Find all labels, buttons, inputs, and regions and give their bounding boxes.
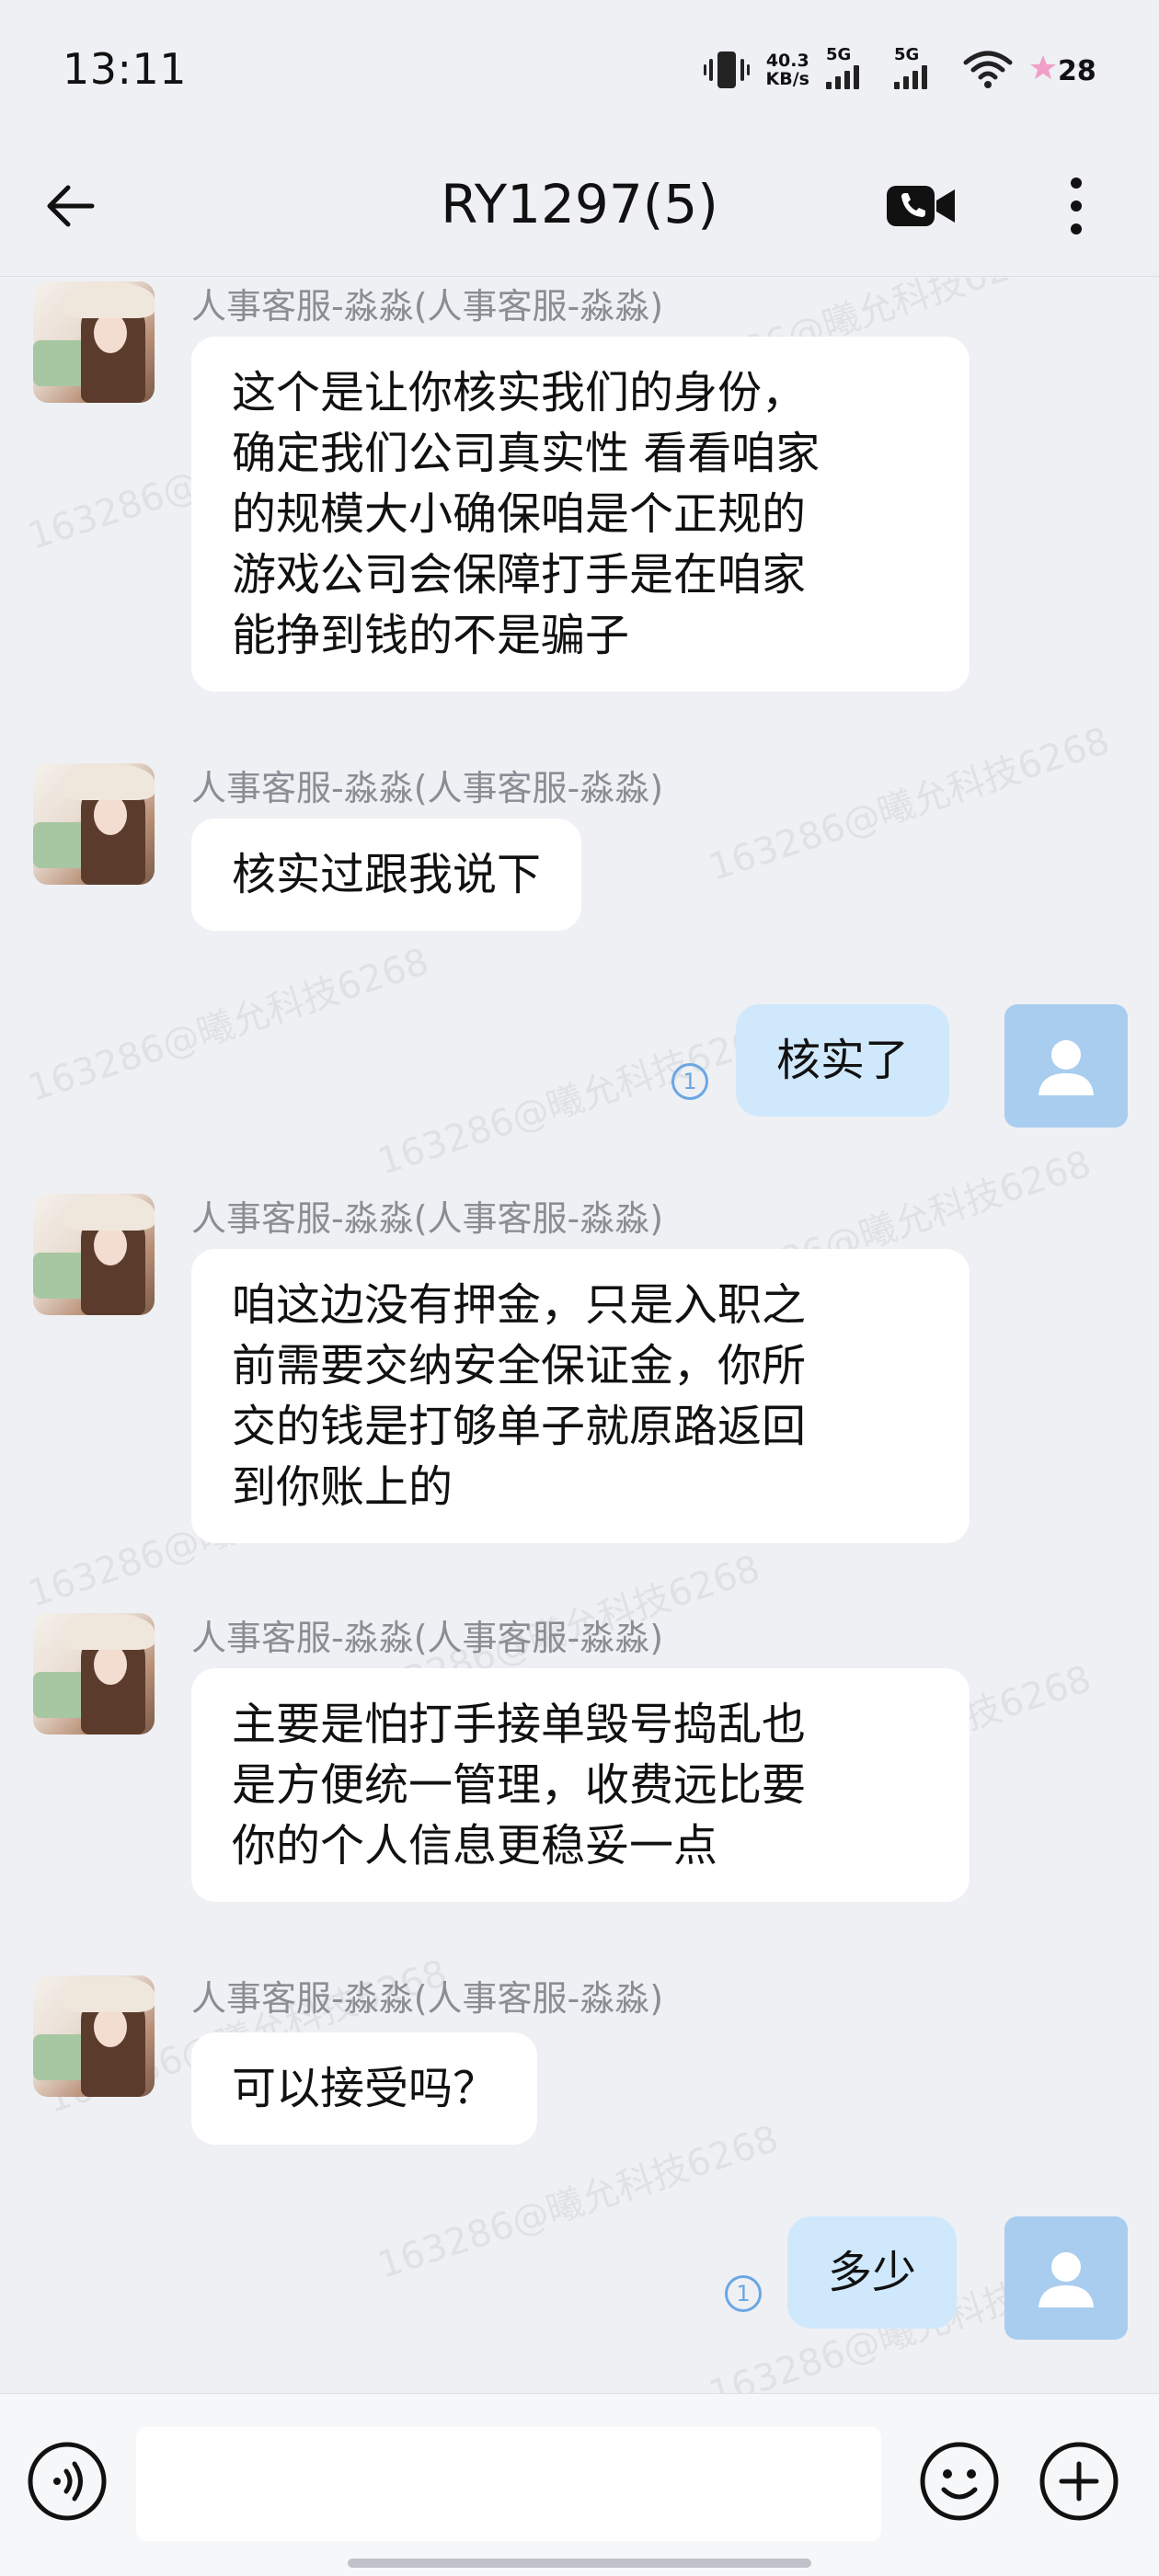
sender-name: 人事客服-淼淼(人事客服-淼淼) <box>191 1198 664 1239</box>
sender-name: 人事客服-淼淼(人事客服-淼淼) <box>191 1618 664 1658</box>
sender-avatar[interactable] <box>33 1975 155 2097</box>
net-speed-value: 40.3 <box>765 51 809 71</box>
plus-button[interactable] <box>1038 2440 1120 2523</box>
voice-input-icon <box>28 2442 107 2521</box>
message-bubble[interactable]: 这个是让你核实我们的身份， 确定我们公司真实性 看看咱家 的规模大小确保咱是个正… <box>191 337 970 692</box>
signal-sim2-icon: 5G <box>894 45 946 89</box>
watermark: 163286@曦允科技6268 <box>704 719 1115 889</box>
status-icons: 40.3 KB/s 5G 5G 28 <box>703 42 1104 97</box>
voice-input-button[interactable] <box>26 2440 109 2523</box>
message-list[interactable]: 163286@曦允科技6268 163286@曦允科技6268 163286@曦… <box>0 278 1159 2393</box>
sender-avatar[interactable] <box>33 1613 155 1735</box>
battery-icon: 28 <box>1030 52 1104 88</box>
sim2-label: 5G <box>894 45 920 64</box>
more-vertical-icon <box>1071 177 1082 235</box>
message-input[interactable] <box>136 2427 881 2541</box>
sender-avatar[interactable] <box>33 763 155 885</box>
sender-name: 人事客服-淼淼(人事客服-淼淼) <box>191 1978 664 2019</box>
user-placeholder-icon <box>1039 1040 1094 1095</box>
home-indicator[interactable] <box>348 2559 811 2568</box>
sender-name: 人事客服-淼淼(人事客服-淼淼) <box>191 286 664 326</box>
user-placeholder-icon <box>1039 2252 1094 2307</box>
message-bubble[interactable]: 可以接受吗？ <box>191 2032 538 2145</box>
signal-sim1-icon: 5G <box>826 45 878 89</box>
battery-level: 28 <box>1058 55 1096 87</box>
status-time: 13:11 <box>63 44 188 94</box>
sim1-label: 5G <box>826 45 852 64</box>
watermark: 163286@曦允科技6268 <box>373 1013 784 1184</box>
wifi-icon <box>963 51 1013 88</box>
video-call-button[interactable] <box>879 169 962 243</box>
plus-icon <box>1039 2442 1119 2521</box>
more-button[interactable] <box>1049 169 1104 243</box>
status-bar: 13:11 40.3 KB/s 5G 5G 28 <box>0 0 1159 138</box>
message-bubble-self[interactable]: 多少 <box>787 2216 958 2329</box>
message-bubble[interactable]: 核实过跟我说下 <box>191 819 582 931</box>
input-bar <box>0 2393 1159 2576</box>
emoji-icon <box>920 2442 999 2521</box>
net-speed-unit: KB/s <box>765 69 809 89</box>
message-bubble[interactable]: 主要是怕打手接单毁号捣乱也 是方便统一管理，收费远比要 你的个人信息更稳妥一点 <box>191 1668 970 1902</box>
sender-avatar[interactable] <box>33 1194 155 1315</box>
net-speed: 40.3 KB/s <box>766 52 809 88</box>
vibrate-icon <box>703 52 750 88</box>
read-count-icon[interactable]: 1 <box>671 1063 708 1100</box>
video-call-icon <box>887 186 955 226</box>
message-bubble[interactable]: 咱这边没有押金，只是入职之 前需要交纳安全保证金，你所 交的钱是打够单子就原路返… <box>191 1249 970 1543</box>
chat-title: RY1297(5) <box>441 173 718 235</box>
read-count-icon[interactable]: 1 <box>725 2275 762 2312</box>
watermark: 163286@曦允科技6268 <box>23 940 434 1110</box>
self-avatar[interactable] <box>1004 1004 1128 1128</box>
message-bubble-self[interactable]: 核实了 <box>736 1004 950 1116</box>
sender-avatar[interactable] <box>33 281 155 403</box>
self-avatar[interactable] <box>1004 2216 1128 2340</box>
emoji-button[interactable] <box>918 2440 1001 2523</box>
sender-name: 人事客服-淼淼(人事客服-淼淼) <box>191 768 664 808</box>
chat-header: RY1297(5) <box>0 138 1159 277</box>
